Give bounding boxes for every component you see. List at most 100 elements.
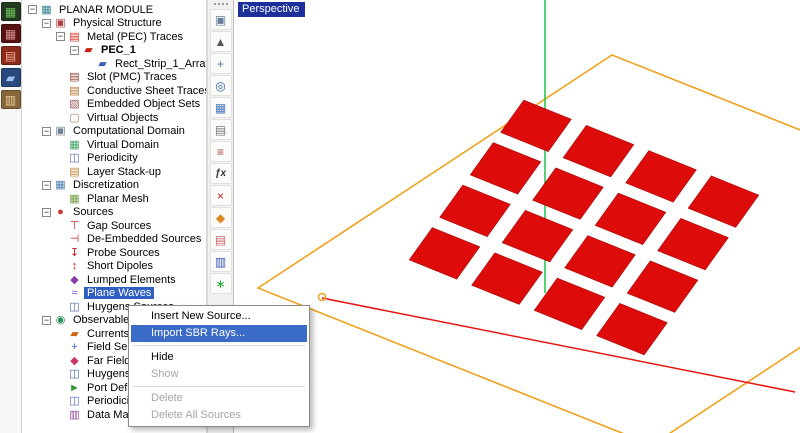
virtual-objects-icon: ▢ <box>68 112 81 124</box>
menu-item-hide[interactable]: Hide <box>131 349 307 366</box>
expander-minus-icon[interactable]: − <box>28 5 37 14</box>
zoom-icon[interactable]: ◎ <box>210 75 232 96</box>
app-components-icon[interactable]: ▤ <box>1 46 21 65</box>
patch-6 <box>502 210 573 262</box>
expander-minus-icon[interactable]: − <box>42 19 51 28</box>
metal-pec-traces-icon: ▤ <box>68 31 81 43</box>
traces-icon[interactable]: ≡ <box>210 141 232 162</box>
window-icon[interactable]: ▣ <box>210 9 232 30</box>
tree-label: Computational Domain <box>70 125 188 137</box>
tree-item-layer-stack-up[interactable]: ▤Layer Stack-up <box>22 165 206 179</box>
patch-12 <box>626 151 697 203</box>
tree-item-computational-domain[interactable]: −▣Computational Domain <box>22 125 206 139</box>
tree-item-lumped-elements[interactable]: ◆Lumped Elements <box>22 273 206 287</box>
toolbar-grip-handle[interactable] <box>214 3 228 5</box>
patch-5 <box>472 253 543 305</box>
tree-label: Currents <box>84 328 132 340</box>
menu-item-delete: Delete <box>131 390 307 407</box>
patch-10 <box>565 236 636 288</box>
viewport[interactable]: Perspective <box>234 0 800 433</box>
tree-label: Short Dipoles <box>84 260 156 272</box>
tree-label: Slot (PMC) Traces <box>84 71 180 83</box>
window-icon-glyph: ▣ <box>215 13 226 27</box>
lumped-elements-icon: ◆ <box>68 274 81 286</box>
menu-item-delete-all-sources: Delete All Sources <box>131 407 307 424</box>
tree-item-virtual-domain[interactable]: ▦Virtual Domain <box>22 138 206 152</box>
tree-item-physical-structure[interactable]: −▣Physical Structure <box>22 17 206 31</box>
menu-item-show: Show <box>131 366 307 383</box>
tree-item-virtual-objects[interactable]: ▢Virtual Objects <box>22 111 206 125</box>
pec-1-icon: ▰ <box>82 44 95 56</box>
patch-1 <box>409 228 480 280</box>
tree-item-metal-pec-traces[interactable]: −▤Metal (PEC) Traces <box>22 30 206 44</box>
tree-item-plane-waves[interactable]: ≈Plane Waves <box>22 287 206 301</box>
tree-item-planar-module[interactable]: −▦PLANAR MODULE <box>22 3 206 17</box>
tree-item-rect-strip-1-array[interactable]: ▰Rect_Strip_1_Array <box>22 57 206 71</box>
zoom-icon-glyph: ◎ <box>215 79 225 93</box>
warning-icon[interactable]: ◆ <box>210 207 232 228</box>
tree-item-discretization[interactable]: −▦Discretization <box>22 179 206 193</box>
expander-minus-icon[interactable]: − <box>42 127 51 136</box>
gap-sources-icon: ⊤ <box>68 220 81 232</box>
refresh-star-icon-glyph: ∗ <box>215 277 225 291</box>
app-results-icon[interactable]: ▥ <box>1 90 21 109</box>
app-geometry-icon[interactable]: ▦ <box>1 2 21 21</box>
tree-item-gap-sources[interactable]: ⊤Gap Sources <box>22 219 206 233</box>
tree-item-short-dipoles[interactable]: ↕Short Dipoles <box>22 260 206 274</box>
patch-3 <box>470 143 541 195</box>
tree-item-conductive-sheet-traces[interactable]: ▤Conductive Sheet Traces <box>22 84 206 98</box>
expander-minus-icon[interactable]: − <box>42 208 51 217</box>
notes-icon-glyph: ▤ <box>215 233 226 247</box>
data-management-icon: ▥ <box>68 409 81 421</box>
expander-minus-icon[interactable]: − <box>42 316 51 325</box>
patch-11 <box>595 193 666 245</box>
perspective-label[interactable]: Perspective <box>238 2 305 17</box>
layers-icon-glyph: ▤ <box>215 123 226 137</box>
left-toolbar: ▦ ▦ ▤ ▰ ▥ <box>0 0 22 433</box>
tree-item-de-embedded-sources[interactable]: ⊣De-Embedded Sources <box>22 233 206 247</box>
layers-icon[interactable]: ▤ <box>210 119 232 140</box>
patch-15 <box>658 218 729 270</box>
tree-item-embedded-object-sets[interactable]: ▧Embedded Object Sets <box>22 98 206 112</box>
patch-7 <box>533 168 604 220</box>
viewport-canvas[interactable] <box>234 0 800 433</box>
pan-icon[interactable]: + <box>210 53 232 74</box>
function-icon[interactable]: ƒx <box>210 163 232 184</box>
notes-icon[interactable]: ▤ <box>210 229 232 250</box>
de-embedded-sources-icon: ⊣ <box>68 233 81 245</box>
delete-icon[interactable]: × <box>210 185 232 206</box>
tree-label: Gap Sources <box>84 220 154 232</box>
computational-domain-icon: ▣ <box>54 125 67 137</box>
menu-item-import-sbr-rays[interactable]: Import SBR Rays... <box>131 325 307 342</box>
patch-16 <box>688 176 759 228</box>
tree-item-planar-mesh[interactable]: ▦Planar Mesh <box>22 192 206 206</box>
refresh-star-icon[interactable]: ∗ <box>210 273 232 294</box>
app-simulation-icon[interactable]: ▰ <box>1 68 21 87</box>
tree-item-slot-pmc-traces[interactable]: ▤Slot (PMC) Traces <box>22 71 206 85</box>
book-icon[interactable]: ▥ <box>210 251 232 272</box>
tree-item-pec-1[interactable]: −▰PEC_1 <box>22 44 206 58</box>
tree-item-periodicity[interactable]: ◫Periodicity <box>22 152 206 166</box>
tree-label: Embedded Object Sets <box>84 98 203 110</box>
tree-label: Periodicity <box>84 152 141 164</box>
grid-icon-glyph: ▦ <box>215 101 226 115</box>
tree-item-sources[interactable]: −●Sources <box>22 206 206 220</box>
field-sensors-icon: + <box>68 341 81 353</box>
conductive-sheet-traces-icon: ▤ <box>68 85 81 97</box>
planar-mesh-icon: ▦ <box>68 193 81 205</box>
expander-minus-icon[interactable]: − <box>70 46 79 55</box>
layer-stack-up-icon: ▤ <box>68 166 81 178</box>
periodicity-icon: ◫ <box>68 395 81 407</box>
physical-structure-icon: ▣ <box>54 17 67 29</box>
menu-item-insert-new-source[interactable]: Insert New Source... <box>131 308 307 325</box>
tree-label: Virtual Domain <box>84 139 162 151</box>
book-icon-glyph: ▥ <box>215 255 226 269</box>
tree-label: Sources <box>70 206 116 218</box>
rect-strip-1-array-icon: ▰ <box>96 58 109 70</box>
app-materials-icon[interactable]: ▦ <box>1 24 21 43</box>
tree-item-probe-sources[interactable]: ↧Probe Sources <box>22 246 206 260</box>
expander-minus-icon[interactable]: − <box>42 181 51 190</box>
grid-icon[interactable]: ▦ <box>210 97 232 118</box>
expander-minus-icon[interactable]: − <box>56 32 65 41</box>
select-cursor-icon[interactable]: ▲ <box>210 31 232 52</box>
